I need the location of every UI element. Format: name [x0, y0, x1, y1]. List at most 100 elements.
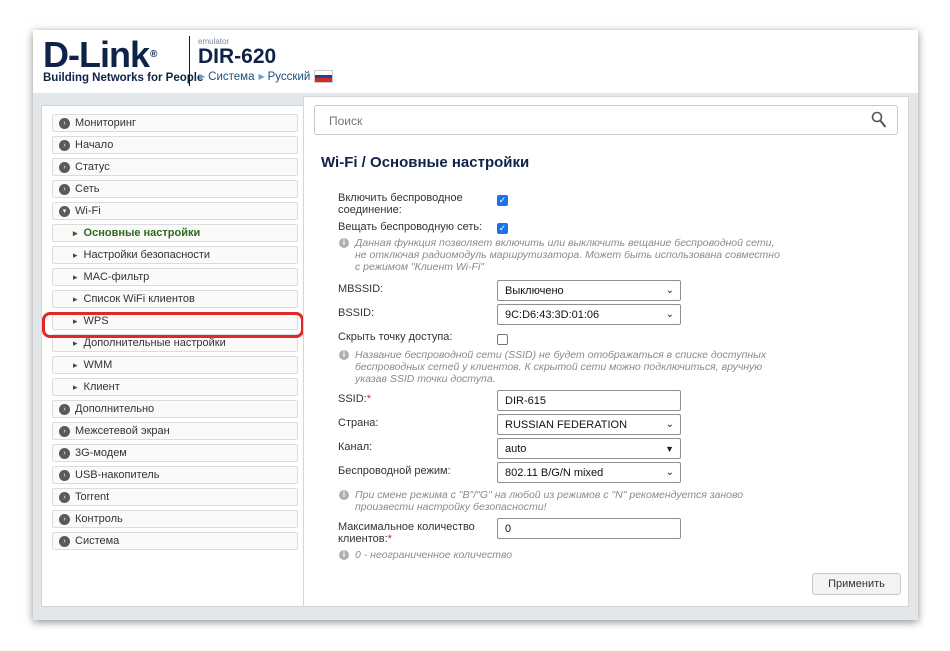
check-icon: ✓: [498, 223, 507, 233]
sidebar-item-label: 3G-модем: [75, 447, 127, 459]
bssid-label: BSSID:: [338, 307, 375, 319]
triangle-right-icon: ▶: [258, 72, 265, 81]
sidebar-item[interactable]: › Контроль: [52, 510, 298, 528]
broadcast-hint: i Данная функция позволяет включить или …: [338, 237, 788, 273]
search-box[interactable]: [314, 105, 898, 135]
sidebar-item[interactable]: › Сеть: [52, 180, 298, 198]
sidebar-item-label: Дополнительные настройки: [83, 337, 226, 349]
max-clients-hint: i 0 - неограниченное количество: [338, 549, 788, 561]
logo-text: D-Link: [43, 34, 150, 75]
wireless-mode-label: Беспроводной режим:: [338, 465, 451, 477]
sidebar-item[interactable]: › Torrent: [52, 488, 298, 506]
sidebar-subitem[interactable]: ▸ WPS: [52, 312, 298, 330]
max-clients-label-text: Максимальное количество клиентов:: [338, 521, 475, 545]
language-menu-link[interactable]: Русский: [268, 71, 311, 83]
chevron-circle-down-icon: ▾: [59, 205, 70, 217]
sidebar-subitem[interactable]: ▸ WMM: [52, 356, 298, 374]
arrow-right-icon: ▸: [73, 249, 78, 260]
sidebar-item[interactable]: › USB-накопитель: [52, 466, 298, 484]
required-mark: *: [366, 393, 372, 405]
enable-wireless-label: Включить беспроводное соединение:: [338, 192, 463, 216]
sidebar-item[interactable]: › Мониторинг: [52, 114, 298, 132]
sidebar-item-label: Torrent: [75, 491, 110, 503]
sidebar-item-label: WMM: [83, 359, 113, 371]
wireless-mode-hint: i При смене режима с "B"/"G" на любой из…: [338, 489, 788, 513]
channel-select[interactable]: auto ▼: [497, 438, 681, 459]
triangle-right-icon: ▶: [199, 72, 206, 81]
chevron-circle-right-icon: ›: [59, 469, 70, 481]
sidebar-item-label: MAC-фильтр: [83, 271, 150, 283]
arrow-right-icon: ▸: [73, 381, 78, 392]
search-input[interactable]: [327, 113, 851, 129]
hide-ap-checkbox[interactable]: [497, 334, 508, 345]
sidebar-item[interactable]: › Дополнительно: [52, 400, 298, 418]
chevron-circle-right-icon: ›: [59, 535, 70, 547]
sidebar-item[interactable]: › Система: [52, 532, 298, 550]
enable-wireless-checkbox[interactable]: ✓: [497, 195, 508, 206]
sidebar-item-label: Дополнительно: [75, 403, 155, 415]
sidebar-item-label: WPS: [83, 315, 109, 327]
max-clients-input[interactable]: 0: [497, 518, 681, 539]
system-menu-link[interactable]: Система: [208, 71, 254, 83]
sidebar-item[interactable]: ▾ Wi-Fi: [52, 202, 298, 220]
ssid-value: DIR-615: [505, 394, 546, 407]
sidebar-item-label: Контроль: [75, 513, 123, 525]
channel-label: Канал:: [338, 441, 373, 453]
info-icon: i: [339, 550, 349, 560]
device-model: DIR-620: [198, 45, 277, 68]
arrow-right-icon: ▸: [73, 271, 78, 282]
sidebar-item-label: Статус: [75, 161, 110, 173]
country-select[interactable]: RUSSIAN FEDERATION ⌄: [497, 414, 681, 435]
sidebar-item[interactable]: › Межсетевой экран: [52, 422, 298, 440]
sidebar-item[interactable]: › Начало: [52, 136, 298, 154]
arrow-right-icon: ▸: [73, 359, 78, 370]
required-mark: *: [387, 533, 392, 545]
info-icon: i: [339, 350, 349, 360]
chevron-circle-right-icon: ›: [59, 139, 70, 151]
dlink-logo: D-Link® Building Networks for People: [43, 34, 203, 85]
wireless-mode-select[interactable]: 802.11 B/G/N mixed ⌄: [497, 462, 681, 483]
broadcast-network-checkbox[interactable]: ✓: [497, 223, 508, 234]
bssid-value: 9C:D6:43:3D:01:06: [505, 308, 600, 321]
header-divider: [189, 36, 190, 86]
sidebar-subitem[interactable]: ▸ MAC-фильтр: [52, 268, 298, 286]
mbssid-value: Выключено: [505, 284, 564, 297]
sidebar: › Мониторинг › Начало › Статус › Сеть ▾ Wi-Fi ▸ Осн…: [41, 105, 306, 607]
search-icon[interactable]: [871, 111, 887, 129]
header: D-Link® Building Networks for People emu…: [33, 30, 918, 93]
hide-ap-hint-text: Название беспроводной сети (SSID) не буд…: [355, 349, 767, 385]
chevron-circle-right-icon: ›: [59, 491, 70, 503]
arrow-right-icon: ▸: [73, 315, 78, 326]
sidebar-subitem[interactable]: ▸ Клиент: [52, 378, 298, 396]
country-value: RUSSIAN FEDERATION: [505, 418, 628, 431]
sidebar-item-label: Настройки безопасности: [83, 249, 211, 261]
triangle-down-icon: ▼: [665, 444, 674, 454]
sidebar-item-label: Список WiFi клиентов: [83, 293, 195, 305]
broadcast-hint-text: Данная функция позволяет включить или вы…: [355, 237, 780, 273]
chevron-down-icon: ⌄: [665, 467, 674, 478]
device-info: emulator DIR-620 ▶ Система ▶ Русский: [198, 37, 334, 83]
sidebar-item-label: Межсетевой экран: [75, 425, 170, 437]
channel-value: auto: [505, 442, 527, 455]
wireless-mode-hint-text: При смене режима с "B"/"G" на любой из р…: [355, 489, 744, 513]
ssid-input[interactable]: DIR-615: [497, 390, 681, 411]
mbssid-select[interactable]: Выключено ⌄: [497, 280, 681, 301]
chevron-circle-right-icon: ›: [59, 513, 70, 525]
sidebar-subitem[interactable]: ▸ Настройки безопасности: [52, 246, 298, 264]
chevron-down-icon: ⌄: [665, 285, 674, 296]
sidebar-subitem[interactable]: ▸ Основные настройки: [52, 224, 298, 242]
bssid-select[interactable]: 9C:D6:43:3D:01:06 ⌄: [497, 304, 681, 325]
sidebar-item[interactable]: › Статус: [52, 158, 298, 176]
check-icon: ✓: [498, 195, 507, 205]
chevron-down-icon: ⌄: [665, 419, 674, 430]
sidebar-subitem[interactable]: ▸ Дополнительные настройки: [52, 334, 298, 352]
sidebar-item[interactable]: › 3G-модем: [52, 444, 298, 462]
browser-frame: D-Link® Building Networks for People emu…: [33, 30, 918, 620]
logo-registered-mark: ®: [150, 49, 157, 60]
arrow-right-icon: ▸: [73, 293, 78, 304]
sidebar-subitem[interactable]: ▸ Список WiFi клиентов: [52, 290, 298, 308]
chevron-circle-right-icon: ›: [59, 183, 70, 195]
chevron-circle-right-icon: ›: [59, 161, 70, 173]
apply-button[interactable]: Применить: [812, 573, 901, 595]
arrow-right-icon: ▸: [73, 227, 78, 238]
